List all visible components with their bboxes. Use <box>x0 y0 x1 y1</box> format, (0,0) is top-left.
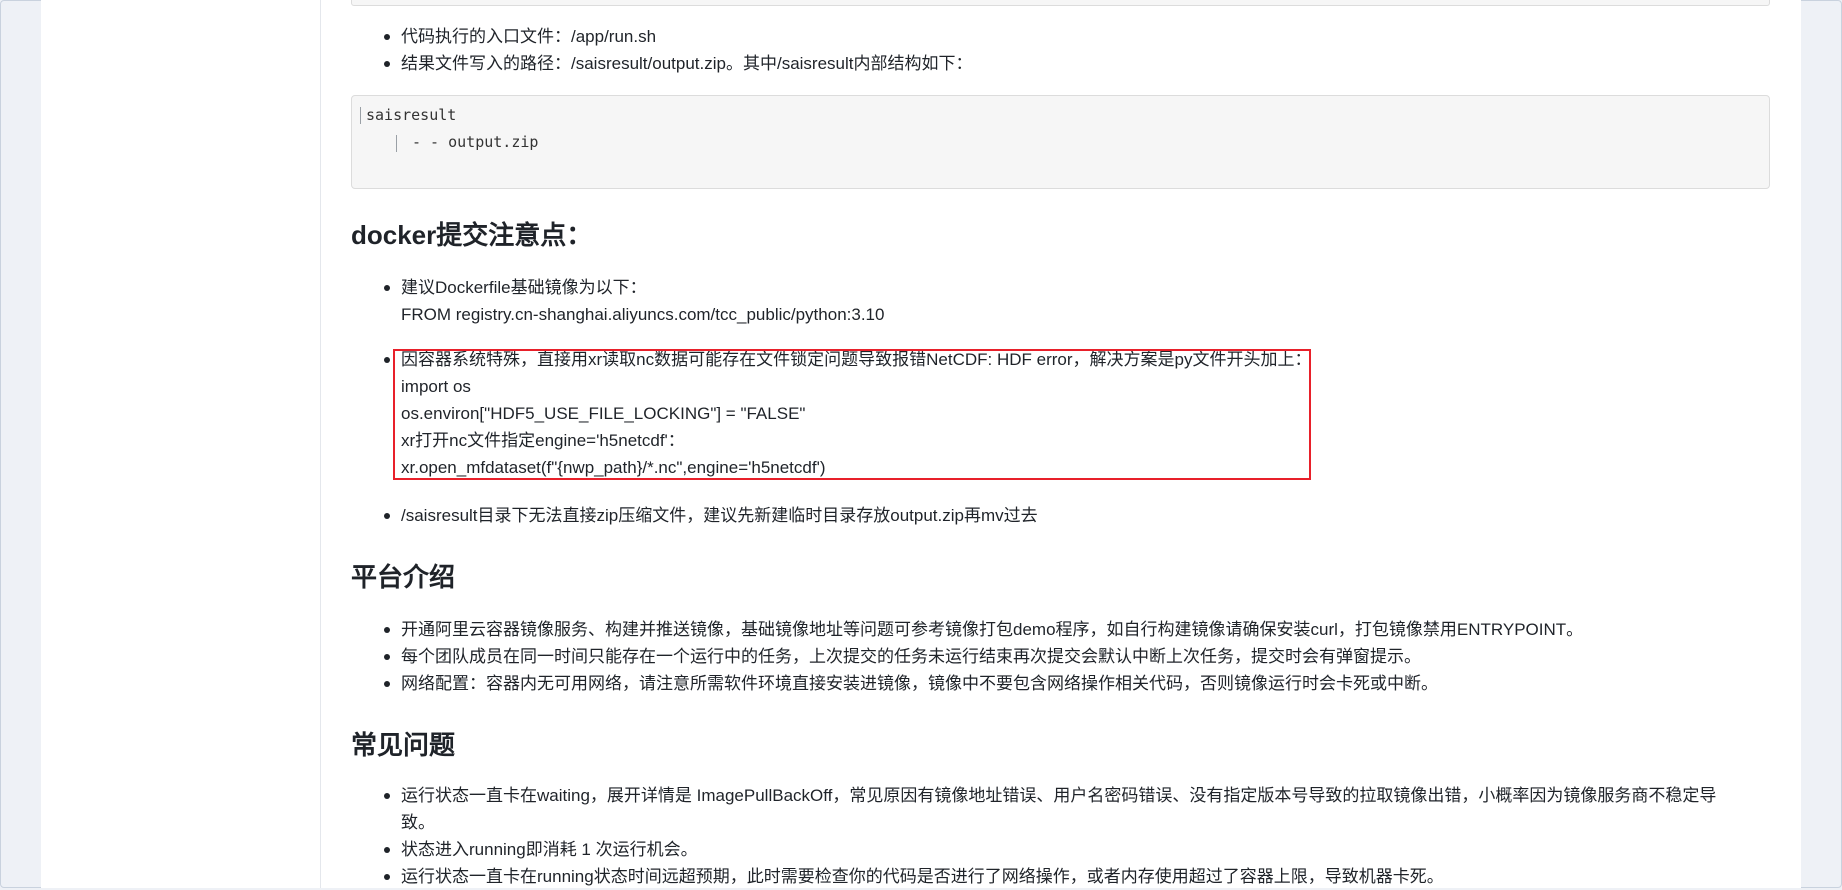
red-highlight-annotation <box>393 349 1311 480</box>
list-item-text: 运行状态一直卡在waiting，展开详情是 ImagePullBackOff，常… <box>401 786 1717 805</box>
docker-heading: docker提交注意点： <box>351 220 593 250</box>
list-item: /saisresult目录下无法直接zip压缩文件，建议先新建临时目录存放out… <box>384 502 1038 529</box>
platform-heading: 平台介绍 <box>351 562 456 592</box>
list-item: 每个团队成员在同一时间只能存在一个运行中的任务，上次提交的任务未运行结束再次提交… <box>384 643 1421 670</box>
list-item-text: 结果文件写入的路径：/saisresult/output.zip。其中/sais… <box>401 54 973 73</box>
faq-heading: 常见问题 <box>351 730 456 760</box>
list-item-text: /saisresult目录下无法直接zip压缩文件，建议先新建临时目录存放out… <box>401 506 1038 525</box>
list-item-text: 运行状态一直卡在running状态时间远超预期，此时需要检查你的代码是否进行了网… <box>401 867 1444 886</box>
list-item-text: FROM registry.cn-shanghai.aliyuncs.com/t… <box>401 305 885 324</box>
list-item: 状态进入running即消耗 1 次运行机会。 <box>384 836 698 863</box>
code-line: - - output.zip <box>412 133 539 151</box>
list-item-text: 代码执行的入口文件：/app/run.sh <box>401 27 657 46</box>
tree-line <box>396 135 397 152</box>
tree-line <box>360 107 361 124</box>
list-item: 开通阿里云容器镜像服务、构建并推送镜像，基础镜像地址等问题可参考镜像打包demo… <box>383 616 1584 643</box>
list-item: 建议Dockerfile基础镜像为以下： FROM registry.cn-sh… <box>383 274 885 328</box>
list-item: 代码执行的入口文件：/app/run.sh <box>383 23 657 50</box>
code-line: saisresult <box>366 106 457 124</box>
list-item-text: 致。 <box>401 813 435 832</box>
list-item: 运行状态一直卡在waiting，展开详情是 ImagePullBackOff，常… <box>383 782 1717 836</box>
list-item-text: 建议Dockerfile基础镜像为以下： <box>401 278 647 297</box>
directory-structure-code-block[interactable]: saisresult - - output.zip <box>351 95 1770 189</box>
list-item-text: 开通阿里云容器镜像服务、构建并推送镜像，基础镜像地址等问题可参考镜像打包demo… <box>401 620 1584 639</box>
list-item-text: 状态进入running即消耗 1 次运行机会。 <box>401 840 698 859</box>
list-item: 网络配置：容器内无可用网络，请注意所需软件环境直接安装进镜像，镜像中不要包含网络… <box>384 670 1438 697</box>
list-item: 结果文件写入的路径：/saisresult/output.zip。其中/sais… <box>384 50 973 77</box>
content-divider <box>320 0 321 888</box>
list-item: 运行状态一直卡在running状态时间远超预期，此时需要检查你的代码是否进行了网… <box>384 863 1444 890</box>
list-item-text: 网络配置：容器内无可用网络，请注意所需软件环境直接安装进镜像，镜像中不要包含网络… <box>401 674 1438 693</box>
list-item-text: 每个团队成员在同一时间只能存在一个运行中的任务，上次提交的任务未运行结束再次提交… <box>401 647 1421 666</box>
previous-code-block-edge <box>351 0 1770 6</box>
